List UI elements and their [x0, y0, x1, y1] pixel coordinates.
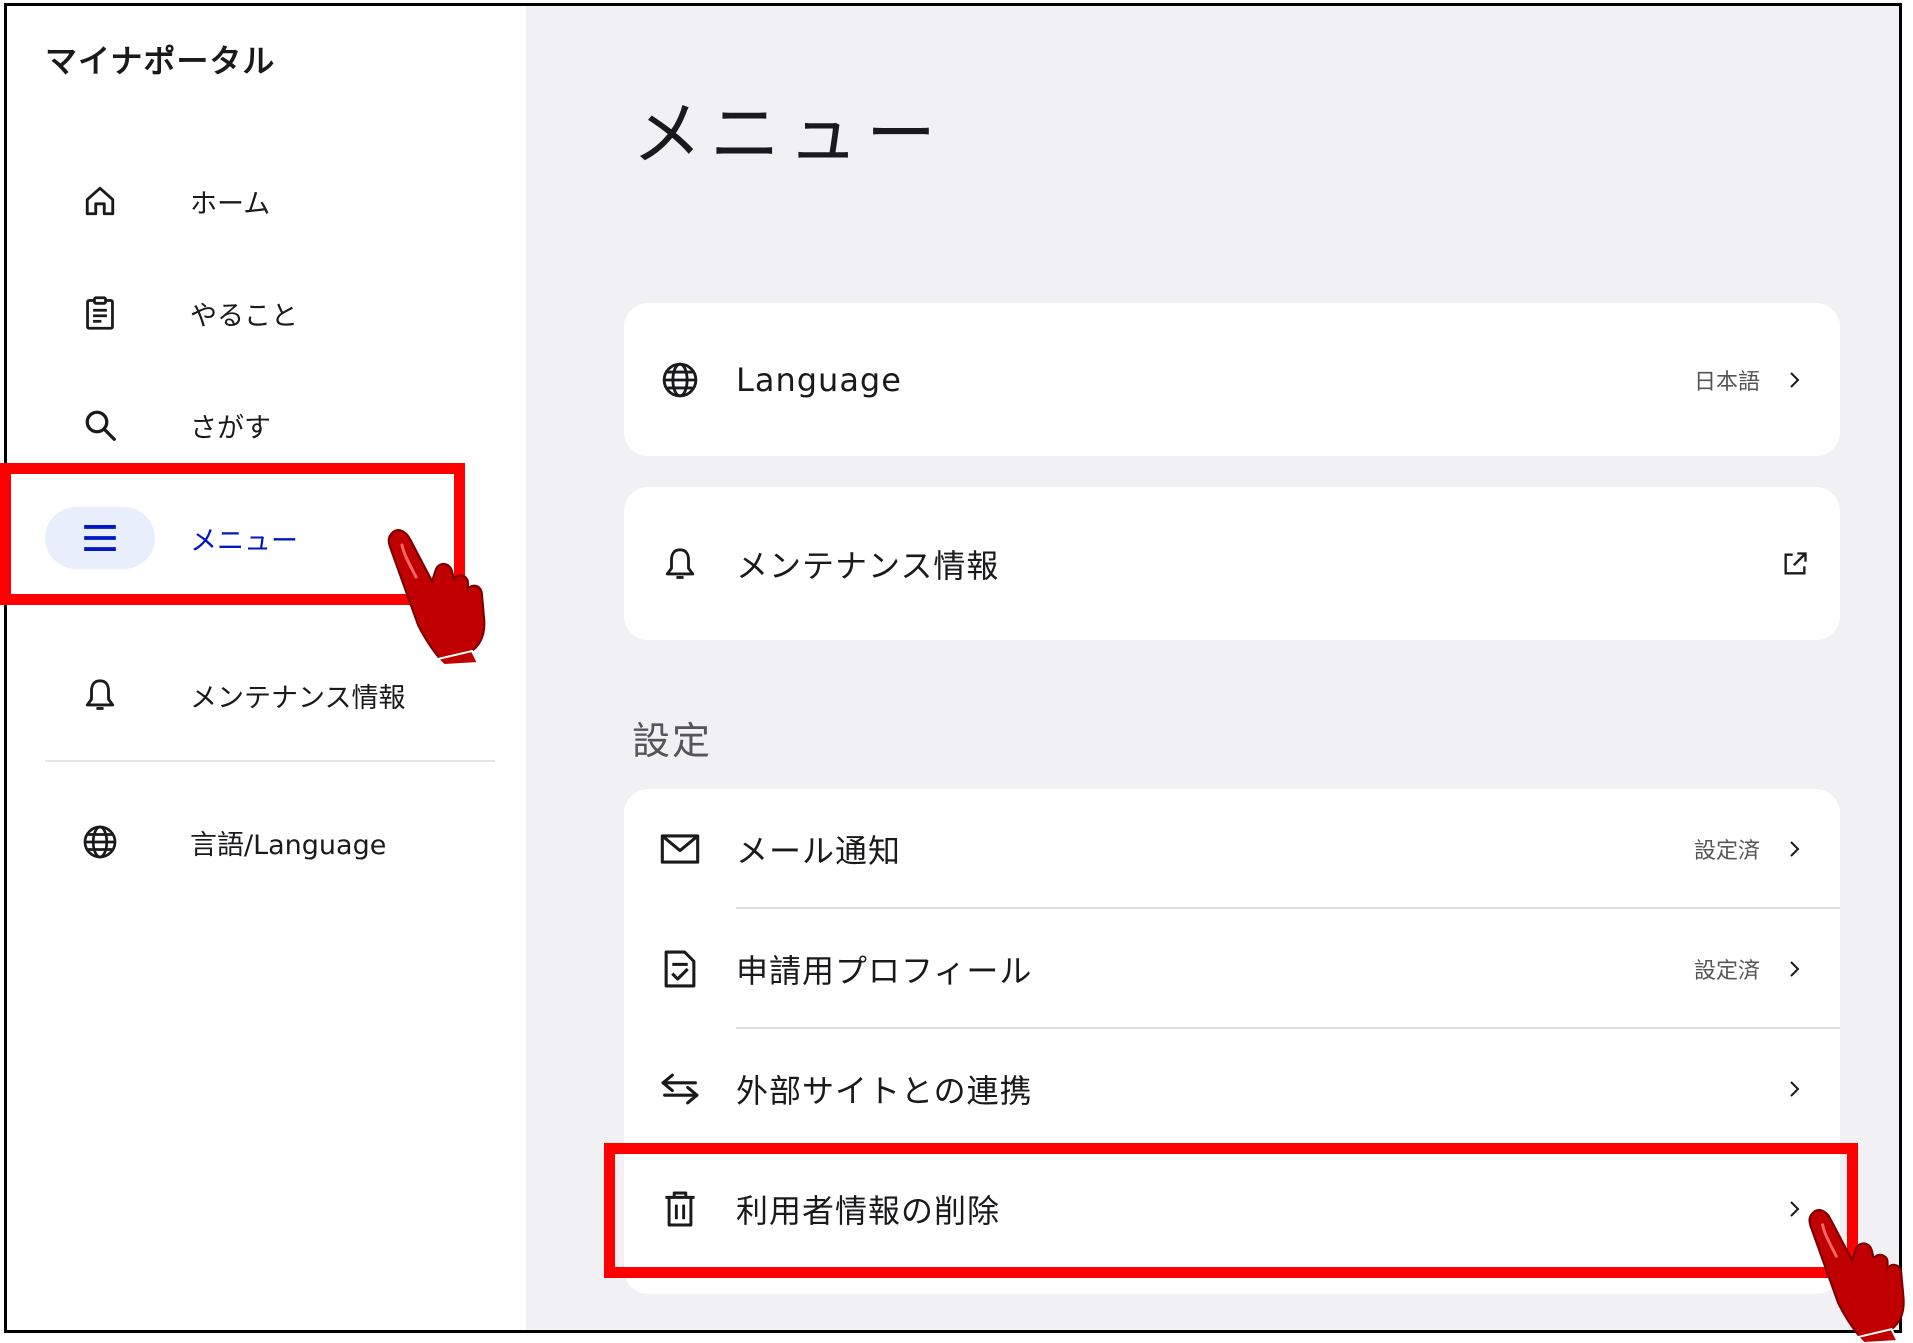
language-card: Language 日本語 — [624, 303, 1840, 456]
settings-row-label: メール通知 — [736, 832, 902, 870]
chevron-right-icon — [1784, 1079, 1804, 1099]
settings-row-external-sites[interactable]: 外部サイトとの連携 — [624, 1029, 1840, 1149]
sidebar-item-label: ホーム — [190, 188, 271, 220]
sidebar-item-search[interactable]: さがす — [45, 393, 495, 457]
settings-row-label: 申請用プロフィール — [736, 952, 1033, 990]
settings-row-label: 利用者情報の削除 — [736, 1192, 1001, 1230]
maintenance-card: メンテナンス情報 — [624, 487, 1840, 640]
mail-icon — [660, 829, 700, 869]
settings-card: メール通知 設定済 申請用プロフィール 設定済 外部サイトとの連携 利用者情報の… — [624, 789, 1840, 1294]
menu-icon — [45, 507, 155, 569]
sidebar-item-label: やること — [190, 300, 298, 332]
settings-row-profile[interactable]: 申請用プロフィール 設定済 — [624, 909, 1840, 1029]
sidebar-divider — [45, 760, 495, 762]
settings-row-value: 設定済 — [1693, 839, 1760, 864]
chevron-right-icon — [1784, 959, 1804, 979]
language-row[interactable]: Language 日本語 — [624, 303, 1840, 456]
sidebar: マイナポータル ホーム やること さがす メニュー メンテナンス情報 言語/La… — [7, 6, 526, 1330]
bell-icon — [45, 664, 155, 726]
globe-icon — [45, 811, 155, 873]
sidebar-item-home[interactable]: ホーム — [45, 169, 495, 233]
chevron-right-icon — [1784, 1199, 1804, 1219]
bell-icon — [660, 544, 700, 584]
app-window: マイナポータル ホーム やること さがす メニュー メンテナンス情報 言語/La… — [4, 3, 1902, 1333]
sidebar-item-language[interactable]: 言語/Language — [45, 810, 495, 874]
chevron-right-icon — [1784, 370, 1804, 390]
maintenance-row[interactable]: メンテナンス情報 — [624, 487, 1840, 640]
settings-row-label: 外部サイトとの連携 — [736, 1072, 1033, 1110]
chevron-right-icon — [1784, 839, 1804, 859]
clipboard-icon — [45, 282, 155, 344]
trash-icon — [660, 1189, 700, 1229]
settings-row-mail[interactable]: メール通知 設定済 — [624, 789, 1840, 909]
swap-arrows-icon — [660, 1069, 700, 1109]
settings-row-value: 設定済 — [1693, 959, 1760, 984]
language-row-value: 日本語 — [1693, 369, 1760, 395]
app-title: マイナポータル — [45, 42, 276, 80]
settings-row-delete-user[interactable]: 利用者情報の削除 — [624, 1149, 1840, 1269]
page-title: メニュー — [632, 93, 944, 175]
sidebar-item-menu[interactable]: メニュー — [45, 506, 495, 570]
document-check-icon — [660, 949, 700, 989]
sidebar-item-maintenance[interactable]: メンテナンス情報 — [45, 663, 495, 727]
sidebar-item-label: さがす — [190, 412, 271, 444]
maintenance-row-label: メンテナンス情報 — [736, 546, 1000, 585]
globe-icon — [660, 360, 700, 400]
main-content: メニュー Language 日本語 メンテナンス情報 設定 メール通知 設定済 … — [526, 6, 1899, 1330]
home-icon — [45, 170, 155, 232]
sidebar-item-todo[interactable]: やること — [45, 281, 495, 345]
language-row-label: Language — [736, 360, 902, 399]
settings-section-label: 設定 — [632, 719, 713, 763]
search-icon — [45, 394, 155, 456]
sidebar-item-label: メンテナンス情報 — [190, 682, 406, 714]
sidebar-item-label: 言語/Language — [190, 829, 387, 861]
external-link-icon — [1780, 549, 1810, 579]
sidebar-item-label: メニュー — [190, 525, 298, 557]
